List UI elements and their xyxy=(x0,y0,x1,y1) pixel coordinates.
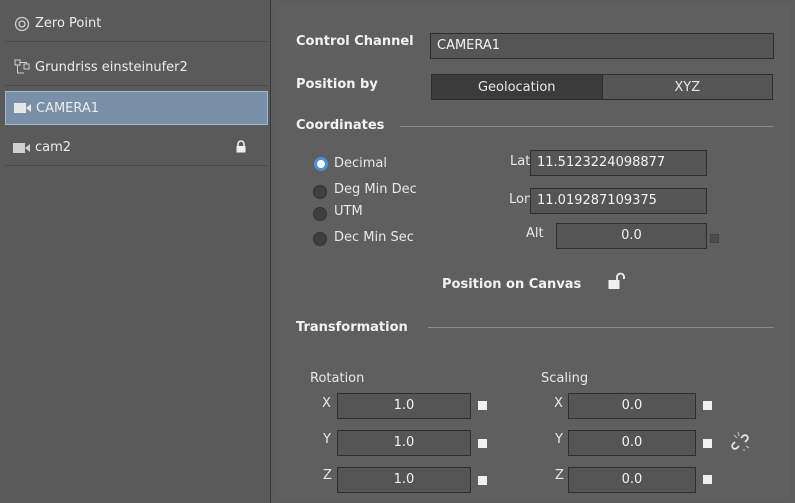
rotation-y-keyframe[interactable] xyxy=(478,439,487,448)
dec-min-sec-radio[interactable] xyxy=(313,232,327,246)
transformation-heading: Transformation xyxy=(296,320,408,335)
sidebar-item-camera1[interactable]: CAMERA1 xyxy=(5,91,268,125)
geolocation-option[interactable]: Geolocation xyxy=(432,75,602,99)
position-by-label: Position by xyxy=(296,77,378,92)
rotation-x-keyframe[interactable] xyxy=(478,401,487,410)
coordinates-heading: Coordinates xyxy=(296,118,385,133)
utm-label: UTM xyxy=(334,204,363,219)
scaling-x-keyframe[interactable] xyxy=(703,401,712,410)
rotation-x-label: X xyxy=(322,396,331,411)
rotation-y-label: Y xyxy=(323,432,331,447)
unlock-icon[interactable] xyxy=(608,272,626,294)
properties-panel-inner: Control Channel CAMERA1 Position by Geol… xyxy=(276,5,790,498)
alt-field[interactable]: 0.0 xyxy=(556,223,707,249)
deg-min-dec-radio[interactable] xyxy=(313,185,327,199)
hierarchy-icon xyxy=(9,59,35,77)
sidebar-item-label: cam2 xyxy=(35,140,72,155)
sidebar-item-zero-point[interactable]: Zero Point xyxy=(5,6,268,42)
scaling-x-label: X xyxy=(554,396,563,411)
camera-icon xyxy=(9,142,35,154)
sidebar-item-label: Zero Point xyxy=(35,16,102,31)
rotation-x-field[interactable]: 1.0 xyxy=(337,393,471,419)
scaling-label: Scaling xyxy=(541,371,589,386)
utm-radio[interactable] xyxy=(313,207,327,221)
scaling-x-field[interactable]: 0.0 xyxy=(568,393,696,419)
divider xyxy=(400,126,774,127)
unlink-scale-icon[interactable] xyxy=(731,430,751,456)
lat-label: Lat xyxy=(510,154,531,169)
rotation-y-field[interactable]: 1.0 xyxy=(337,430,471,456)
scaling-z-keyframe[interactable] xyxy=(703,475,712,484)
decimal-label: Decimal xyxy=(334,156,388,171)
decimal-radio[interactable] xyxy=(314,157,328,171)
alt-label: Alt xyxy=(526,226,544,241)
sidebar-item-label: Grundriss einsteinufer2 xyxy=(35,60,188,75)
rotation-z-label: Z xyxy=(323,468,332,483)
sidebar-item-label: CAMERA1 xyxy=(36,100,100,116)
target-icon xyxy=(9,16,35,32)
sidebar: Zero Point Grundriss einsteinufer2 CAMER… xyxy=(0,0,271,503)
sidebar-item-grundriss[interactable]: Grundriss einsteinufer2 xyxy=(5,50,268,86)
control-channel-field[interactable]: CAMERA1 xyxy=(430,33,774,59)
dec-min-sec-label: Dec Min Sec xyxy=(334,230,414,245)
camera-icon xyxy=(10,102,36,114)
properties-panel: Control Channel CAMERA1 Position by Geol… xyxy=(271,0,795,503)
lon-field[interactable]: 11.019287109375 xyxy=(530,188,707,214)
scaling-y-field[interactable]: 0.0 xyxy=(568,430,696,456)
xyz-option[interactable]: XYZ xyxy=(601,75,772,99)
scaling-y-keyframe[interactable] xyxy=(703,439,712,448)
rotation-label: Rotation xyxy=(310,371,365,386)
sidebar-item-cam2[interactable]: cam2 xyxy=(5,130,268,166)
control-channel-label: Control Channel xyxy=(296,34,414,49)
divider xyxy=(428,327,774,328)
rotation-z-field[interactable]: 1.0 xyxy=(337,467,471,493)
scaling-z-label: Z xyxy=(555,468,564,483)
rotation-z-keyframe[interactable] xyxy=(478,476,487,485)
lock-icon[interactable] xyxy=(236,140,246,157)
deg-min-dec-label: Deg Min Dec xyxy=(334,182,417,197)
lat-field[interactable]: 11.5123224098877 xyxy=(530,150,707,176)
position-on-canvas-label: Position on Canvas xyxy=(442,277,582,292)
scaling-y-label: Y xyxy=(555,432,563,447)
scaling-z-field[interactable]: 0.0 xyxy=(568,467,696,493)
lon-label: Lon xyxy=(509,192,533,207)
position-by-toggle: Geolocation XYZ xyxy=(431,74,773,100)
alt-keyframe-toggle[interactable] xyxy=(710,234,719,243)
